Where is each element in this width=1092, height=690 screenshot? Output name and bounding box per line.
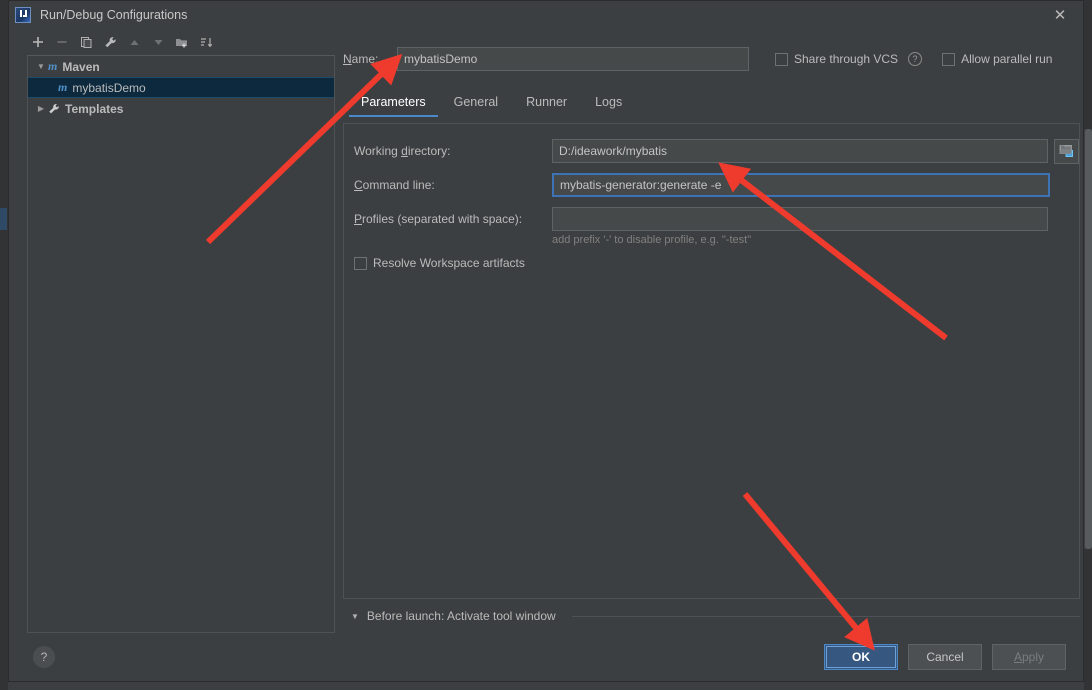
tab-runner[interactable]: Runner — [512, 89, 581, 115]
allow-parallel-run-checkbox[interactable]: Allow parallel run — [942, 52, 1052, 66]
resolve-workspace-artifacts-checkbox[interactable]: Resolve Workspace artifacts — [354, 256, 525, 270]
resolve-workspace-artifacts-row: Resolve Workspace artifacts — [344, 256, 1079, 270]
checkbox-box[interactable] — [354, 256, 367, 270]
configurations-pane: ▼ m Maven m mybatisDemo ▶ Templates ? — [9, 29, 335, 681]
ok-button[interactable]: OK — [824, 644, 898, 670]
configurations-tree[interactable]: ▼ m Maven m mybatisDemo ▶ Templates — [27, 55, 335, 633]
tree-item-label: mybatisDemo — [72, 80, 146, 95]
configuration-options: Share through VCS ? Allow parallel run — [775, 52, 1052, 66]
dialog-footer: OK Cancel Apply — [343, 633, 1080, 681]
tree-item-label: Templates — [65, 101, 124, 116]
before-launch-section[interactable]: ▼ Before launch: Activate tool window — [343, 599, 1080, 633]
share-help-icon[interactable]: ? — [908, 52, 923, 66]
maven-m-icon: m — [58, 80, 68, 94]
command-line-label: Command line: — [354, 178, 435, 192]
tab-parameters[interactable]: Parameters — [347, 89, 440, 117]
profiles-hint-text: add prefix '-' to disable profile, e.g. … — [552, 234, 752, 246]
move-up-button[interactable] — [123, 31, 145, 53]
remove-configuration-button[interactable] — [51, 31, 73, 53]
background-left-gutter — [0, 0, 8, 690]
help-button[interactable]: ? — [33, 646, 55, 668]
sort-configurations-button[interactable] — [195, 31, 217, 53]
share-through-vcs-checkbox[interactable]: Share through VCS — [775, 52, 898, 66]
add-configuration-button[interactable] — [27, 31, 49, 53]
dialog-scrollbar[interactable] — [1084, 129, 1092, 549]
wrench-icon — [48, 103, 60, 115]
working-directory-field-wrap — [552, 138, 1079, 164]
name-input[interactable] — [397, 47, 749, 71]
dialog-title: Run/Debug Configurations — [40, 8, 188, 22]
chevron-down-icon[interactable]: ▼ — [351, 612, 359, 621]
allow-parallel-run-label: Allow parallel run — [961, 52, 1053, 66]
intellij-idea-logo-icon — [15, 7, 31, 23]
checkbox-box[interactable] — [775, 52, 788, 66]
dialog-title-bar: Run/Debug Configurations ✕ — [9, 1, 1083, 29]
resolve-workspace-artifacts-label: Resolve Workspace artifacts — [373, 256, 525, 270]
edit-templates-wrench-icon[interactable] — [99, 31, 121, 53]
tree-item-mybatisdemo[interactable]: m mybatisDemo — [28, 77, 334, 98]
profiles-input[interactable] — [552, 207, 1048, 231]
command-line-row: Command line: — [344, 172, 1079, 198]
tree-item-label: Maven — [62, 59, 100, 74]
cancel-button[interactable]: Cancel — [908, 644, 982, 670]
help-row: ? — [19, 633, 335, 681]
tree-item-templates[interactable]: ▶ Templates — [28, 98, 334, 119]
working-directory-input[interactable] — [552, 139, 1048, 163]
apply-button[interactable]: Apply — [992, 644, 1066, 670]
close-icon[interactable]: ✕ — [1037, 1, 1083, 29]
folder-open-icon[interactable] — [1059, 143, 1073, 156]
new-folder-button[interactable] — [171, 31, 193, 53]
run-debug-configurations-dialog: Run/Debug Configurations ✕ ▼ m Maven m m… — [8, 0, 1092, 682]
tab-logs[interactable]: Logs — [581, 89, 636, 115]
name-label: Name: — [343, 52, 379, 66]
profiles-hint-row: add prefix '-' to disable profile, e.g. … — [344, 232, 1079, 246]
profiles-label: Profiles (separated with space): — [354, 212, 523, 226]
scrollbar-thumb[interactable] — [1085, 129, 1092, 549]
command-line-field-wrap — [552, 173, 1050, 197]
name-row: Name: Share through VCS ? Allow parallel… — [343, 29, 1080, 79]
tab-general[interactable]: General — [440, 89, 512, 115]
background-left-marker — [0, 208, 7, 230]
before-launch-label: Before launch: Activate tool window — [366, 609, 556, 623]
copy-configuration-button[interactable] — [75, 31, 97, 53]
configurations-toolbar — [19, 29, 335, 55]
chevron-right-icon[interactable]: ▶ — [34, 104, 48, 113]
dialog-body: ▼ m Maven m mybatisDemo ▶ Templates ? Na… — [9, 29, 1092, 681]
section-divider — [571, 615, 1080, 617]
profiles-field-wrap — [552, 207, 1048, 231]
working-directory-row: Working directory: — [344, 138, 1079, 164]
editor-tabs: Parameters General Runner Logs — [343, 87, 1080, 117]
profiles-row: Profiles (separated with space): — [344, 206, 1079, 232]
checkbox-box[interactable] — [942, 52, 956, 66]
chevron-down-icon[interactable]: ▼ — [34, 62, 48, 71]
command-line-input[interactable] — [552, 173, 1050, 197]
maven-m-icon: m — [48, 59, 58, 73]
configuration-editor-pane: Name: Share through VCS ? Allow parallel… — [335, 29, 1092, 681]
parameters-panel: Working directory: D:/ideawork/mybatis C… — [343, 123, 1080, 599]
working-directory-label: Working directory: — [354, 144, 451, 158]
share-through-vcs-label: Share through VCS — [794, 52, 899, 66]
tree-item-maven[interactable]: ▼ m Maven — [28, 56, 334, 77]
move-down-button[interactable] — [147, 31, 169, 53]
